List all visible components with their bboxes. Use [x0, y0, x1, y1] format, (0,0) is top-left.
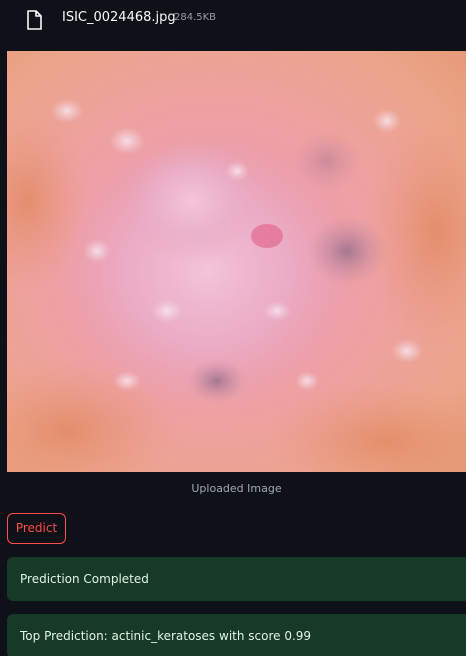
app-page: ISIC_0024468.jpg 284.5KB Uploaded Image …: [0, 0, 466, 656]
predict-button[interactable]: Predict: [7, 513, 66, 544]
success-alert-status: Prediction Completed: [7, 557, 466, 601]
file-size: 284.5KB: [174, 12, 217, 23]
uploaded-file-row: ISIC_0024468.jpg 284.5KB: [0, 0, 466, 40]
file-icon: [27, 10, 42, 30]
success-alert-result: Top Prediction: actinic_keratoses with s…: [7, 614, 466, 656]
image-caption: Uploaded Image: [191, 482, 282, 495]
file-name: ISIC_0024468.jpg: [62, 10, 176, 25]
uploaded-image: [7, 51, 466, 472]
